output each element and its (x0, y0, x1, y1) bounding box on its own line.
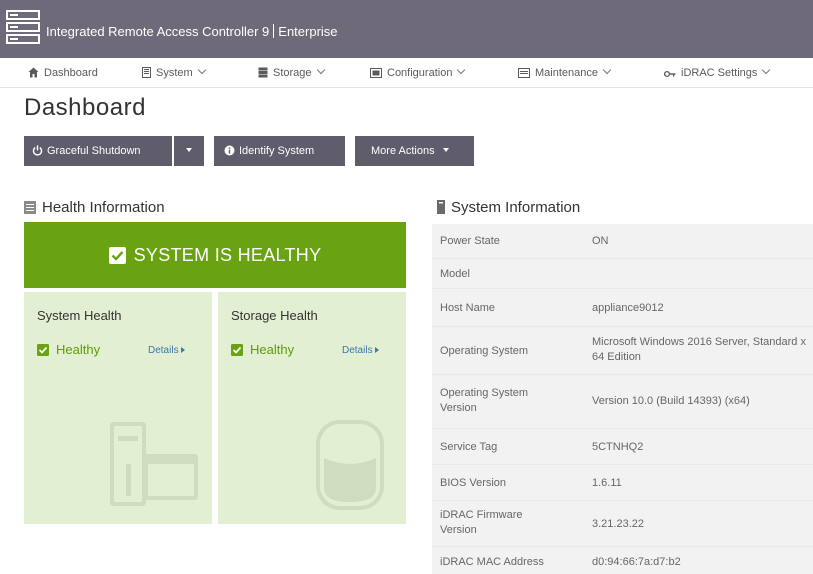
system-health-title: System Health (37, 308, 122, 323)
app-title-text: Integrated Remote Access Controller 9 (46, 24, 270, 39)
more-actions-button[interactable]: More Actions (355, 136, 474, 166)
nav-idrac-settings-label: iDRAC Settings (681, 67, 758, 79)
identify-system-button[interactable]: Identify System (214, 136, 345, 166)
system-information-label: System Information (451, 199, 581, 216)
nav-configuration-label: Configuration (387, 67, 453, 79)
chevron-down-icon (602, 65, 612, 75)
caret-right-icon (180, 347, 185, 353)
server-tower-icon (110, 422, 198, 506)
system-information-panel: Power State ON Model Host Name appliance… (432, 224, 813, 574)
shutdown-options-dropdown[interactable] (174, 136, 204, 166)
system-icon (142, 67, 151, 78)
chevron-down-icon (762, 65, 771, 75)
chevron-down-icon (457, 65, 466, 75)
info-row-os-version: Operating System Version Version 10.0 (B… (432, 374, 813, 428)
storage-health-title: Storage Health (231, 308, 318, 323)
title-bar: Integrated Remote Access Controller 9 Ent… (0, 0, 813, 58)
info-value: 5CTNHQ2 (592, 441, 644, 453)
check-icon (37, 344, 49, 356)
power-icon (32, 145, 43, 156)
system-health-status-text: Healthy (56, 342, 101, 357)
nav-system-label: System (156, 67, 193, 79)
info-label: iDRAC MAC Address (440, 556, 544, 568)
info-label: Model (440, 268, 470, 280)
info-row-idrac-firmware: iDRAC Firmware Version 3.21.23.22 (432, 500, 813, 546)
title-separator (273, 24, 275, 38)
maintenance-icon (518, 68, 530, 78)
graceful-shutdown-label: Graceful Shutdown (47, 145, 141, 157)
info-value: Version 10.0 (Build 14393) (x64) (592, 395, 750, 407)
info-value: Microsoft Windows 2016 Server, Standard … (592, 336, 806, 363)
app-edition: Enterprise (278, 24, 338, 39)
info-value: ON (592, 235, 609, 247)
info-row-operating-system: Operating System Microsoft Windows 2016 … (432, 326, 813, 374)
info-label: Operating System (440, 345, 529, 357)
storage-health-details-label: Details (342, 345, 373, 356)
storage-icon (258, 67, 268, 78)
main-nav: Dashboard System Storage Configuration M… (0, 58, 813, 88)
health-information-heading: Health Information (24, 199, 165, 216)
caret-down-icon (186, 148, 192, 152)
nav-dashboard-label: Dashboard (44, 67, 98, 79)
info-row-host-name: Host Name appliance9012 (432, 288, 813, 326)
server-rack-icon (6, 10, 40, 44)
nav-configuration[interactable]: Configuration (370, 58, 466, 88)
info-label: BIOS Version (440, 477, 507, 489)
nav-maintenance[interactable]: Maintenance (518, 58, 612, 88)
info-label: Service Tag (440, 441, 498, 453)
key-icon (663, 70, 676, 78)
info-row-power-state: Power State ON (432, 224, 813, 258)
info-icon (224, 145, 235, 156)
system-healthy-banner: SYSTEM IS HEALTHY (24, 222, 406, 288)
info-label: iDRAC Firmware Version (440, 509, 523, 536)
storage-health-status-text: Healthy (250, 342, 295, 357)
info-label: Power State (440, 235, 500, 247)
info-value: 1.6.11 (592, 477, 622, 489)
info-row-service-tag: Service Tag 5CTNHQ2 (432, 428, 813, 464)
system-healthy-text: SYSTEM IS HEALTHY (133, 245, 322, 265)
info-label: Operating System Version (440, 387, 529, 414)
storage-health-status: Healthy (231, 342, 294, 357)
graceful-shutdown-button[interactable]: Graceful Shutdown (24, 136, 172, 166)
info-label: Host Name (440, 302, 496, 314)
identify-system-label: Identify System (239, 145, 315, 157)
caret-down-icon (442, 148, 449, 152)
nav-system[interactable]: System (142, 58, 206, 88)
nav-storage[interactable]: Storage (258, 58, 325, 88)
system-health-details-label: Details (148, 345, 179, 356)
app-title: Integrated Remote Access Controller 9 Ent… (46, 24, 338, 39)
info-row-model: Model (432, 258, 813, 288)
nav-idrac-settings[interactable]: iDRAC Settings (663, 58, 771, 88)
chevron-down-icon (197, 65, 206, 75)
home-icon (28, 67, 39, 78)
health-information-label: Health Information (42, 199, 165, 216)
checkbox-check-icon (108, 247, 126, 264)
info-value: 3.21.23.22 (592, 518, 644, 530)
info-value: appliance9012 (592, 302, 664, 314)
system-information-heading: System Information (437, 199, 580, 216)
page-title: Dashboard (24, 94, 146, 121)
info-row-bios-version: BIOS Version 1.6.11 (432, 464, 813, 500)
storage-health-card: Storage Health Healthy Details (218, 292, 406, 524)
system-health-details-link[interactable]: Details (148, 345, 185, 356)
more-actions-label: More Actions (371, 145, 435, 157)
nav-dashboard[interactable]: Dashboard (28, 58, 98, 88)
health-list-icon (24, 201, 36, 214)
chevron-down-icon (316, 65, 325, 75)
system-health-status: Healthy (37, 342, 100, 357)
storage-health-details-link[interactable]: Details (342, 345, 379, 356)
server-icon (437, 200, 445, 214)
nav-maintenance-label: Maintenance (535, 67, 598, 79)
info-row-idrac-mac: iDRAC MAC Address d0:94:66:7a:d7:b2 (432, 546, 813, 574)
info-value: d0:94:66:7a:d7:b2 (592, 556, 681, 568)
storage-disk-icon (316, 420, 384, 510)
nav-storage-label: Storage (273, 67, 312, 79)
check-icon (231, 344, 243, 356)
caret-right-icon (374, 347, 379, 353)
system-health-card: System Health Healthy Details (24, 292, 212, 524)
configuration-icon (370, 68, 382, 78)
